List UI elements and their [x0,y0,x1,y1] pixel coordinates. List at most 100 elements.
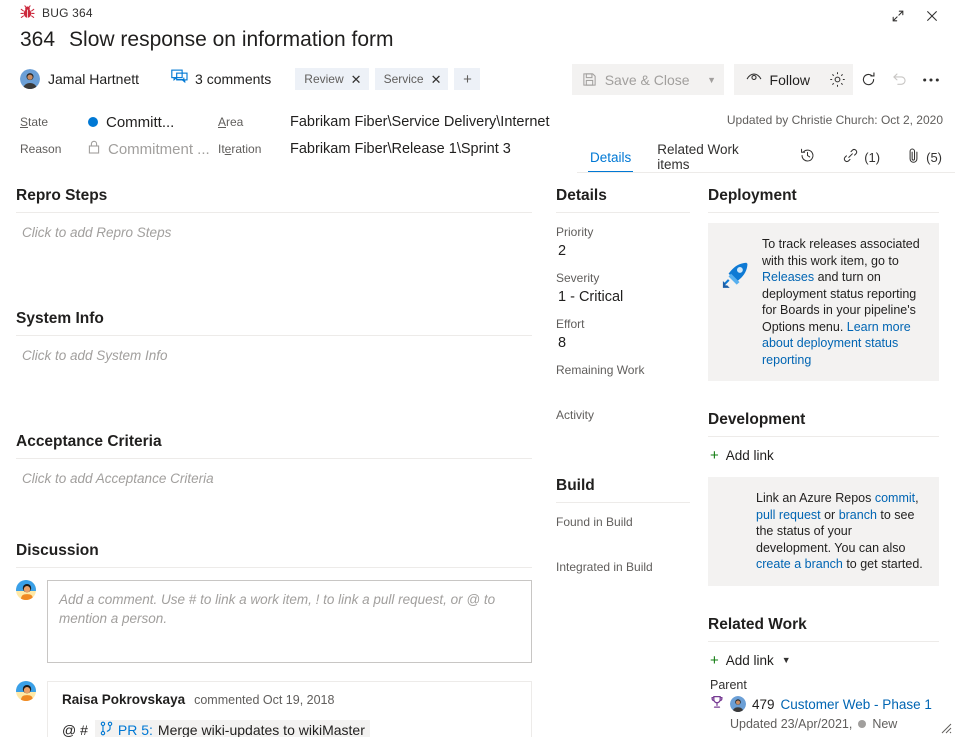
state-field-value[interactable]: Committ... [88,114,174,131]
related-work-item-subtitle: Updated 23/Apr/2021, New [708,714,939,731]
area-field-value[interactable]: Fabrikam Fiber\Service Delivery\Internet [290,114,549,130]
assigned-to[interactable]: Jamal Hartnett [20,69,139,89]
maximize-icon[interactable] [883,2,913,30]
related-work-add-link-button[interactable]: + Add link ▼ [708,642,939,672]
development-text-5: to get started. [843,557,923,571]
comment-card: Raisa Pokrovskaya commented Oct 19, 2018… [47,681,532,737]
spacer [16,375,532,419]
deployment-info-text: To track releases associated with this w… [762,236,927,368]
acceptance-criteria-section: Acceptance Criteria Click to add Accepta… [16,419,532,498]
found-in-build-value[interactable] [556,529,690,548]
remaining-work-value[interactable] [556,377,690,396]
acceptance-criteria-input[interactable]: Click to add Acceptance Criteria [16,459,532,498]
remove-tag-icon[interactable]: ✕ [431,73,442,86]
severity-value[interactable]: 1 - Critical [556,285,690,305]
reason-value-text: Commitment ... [108,141,210,158]
system-info-input[interactable]: Click to add System Info [16,336,532,375]
tag-service[interactable]: Service ✕ [375,68,449,90]
comment-header: Raisa Pokrovskaya commented Oct 19, 2018 [62,692,517,707]
development-info-text: Link an Azure Repos commit, pull request… [756,490,927,573]
plus-icon: + [710,448,719,463]
comment-author[interactable]: Raisa Pokrovskaya [62,692,185,707]
details-title: Details [556,173,690,212]
comment-timestamp: commented Oct 19, 2018 [194,693,334,707]
save-and-close-label: Save & Close [597,72,700,88]
comment-input[interactable]: Add a comment. Use # to link a work item… [47,580,532,663]
tag-label: Service [384,72,424,86]
comment-item: Raisa Pokrovskaya commented Oct 19, 2018… [16,663,532,737]
work-item-header: BUG 364 364 Slow response on information… [0,0,955,105]
deployment-title: Deployment [708,173,939,212]
undo-icon[interactable] [884,64,915,95]
acceptance-criteria-title: Acceptance Criteria [16,419,532,458]
comment-input-placeholder: Add a comment. Use # to link a work item… [59,592,495,626]
activity-value[interactable] [556,422,690,441]
commit-link[interactable]: commit [875,491,915,505]
activity-label: Activity [556,396,690,422]
branch-link[interactable]: branch [839,508,877,522]
comments-count-link[interactable]: 3 comments [171,69,271,89]
system-info-section: System Info Click to add System Info [16,296,532,375]
repro-steps-input[interactable]: Click to add Repro Steps [16,213,532,252]
lock-icon [88,140,100,158]
related-work-item-title[interactable]: Customer Web - Phase 1 [781,697,932,712]
discussion-title: Discussion [16,528,532,567]
development-add-link-button[interactable]: + Add link [708,437,939,467]
tab-history[interactable] [786,141,829,173]
effort-value[interactable]: 8 [556,331,690,351]
build-title: Build [556,463,690,502]
follow-button[interactable]: Follow [734,64,822,95]
save-and-close-button[interactable]: Save & Close ▼ [572,64,724,95]
create-branch-link[interactable]: create a branch [756,557,843,571]
follow-label: Follow [770,72,810,88]
pull-request-icon [100,721,113,737]
effort-label: Effort [556,305,690,331]
pull-request-link-chip[interactable]: PR 5: Merge wiki-updates to wikiMaster [95,720,370,737]
tab-attachments[interactable]: (5) [893,141,955,173]
state-color-dot [88,117,98,127]
tab-related-work-items[interactable]: Related Work items [644,141,786,173]
spacer [708,586,939,602]
comment-text-prefix: @ # [62,722,88,737]
settings-gear-icon[interactable] [822,64,853,95]
add-tag-icon[interactable]: + [454,68,480,90]
related-work-title: Related Work [708,602,939,641]
tab-links-count: (1) [864,150,880,165]
more-actions-icon[interactable] [915,64,946,95]
tab-details[interactable]: Details [577,141,644,173]
chevron-down-icon[interactable]: ▼ [700,75,724,85]
system-info-title: System Info [16,296,532,335]
releases-link[interactable]: Releases [762,270,814,284]
deployment-text-1: To track releases associated with this w… [762,237,920,268]
integrated-in-build-value[interactable] [556,574,690,593]
repro-steps-section: Repro Steps Click to add Repro Steps [16,173,532,252]
close-icon[interactable] [917,2,947,30]
integrated-in-build-label: Integrated in Build [556,548,690,574]
repro-steps-title: Repro Steps [16,173,532,212]
priority-value[interactable]: 2 [556,239,690,259]
resize-grip[interactable] [939,721,952,734]
work-item-type-row: BUG 364 [20,5,93,20]
avatar [16,681,36,701]
found-in-build-label: Found in Build [556,503,690,529]
pull-request-link[interactable]: pull request [756,508,821,522]
tag-review[interactable]: Review ✕ [295,68,368,90]
tag-label: Review [304,72,343,86]
development-text-3: or [821,508,839,522]
chevron-down-icon[interactable]: ▼ [782,655,791,665]
development-title: Development [708,397,939,436]
refresh-icon[interactable] [853,64,884,95]
tab-links[interactable]: (1) [829,141,893,173]
iteration-field-value[interactable]: Fabrikam Fiber\Release 1\Sprint 3 [290,141,511,157]
work-item-title[interactable]: Slow response on information form [69,28,394,52]
state-field-label: State [20,115,88,129]
work-item-dialog: BUG 364 364 Slow response on information… [0,0,955,737]
link-icon [842,147,859,167]
work-item-type-label: BUG 364 [42,6,93,20]
comment-body: @ # PR 5: Merge wiki-updates to wikiMas [62,720,517,737]
comment-icon [171,69,188,89]
avatar [730,696,746,712]
work-item-content: Repro Steps Click to add Repro Steps Sys… [0,173,955,737]
remove-tag-icon[interactable]: ✕ [351,73,362,86]
spacer [16,498,532,528]
